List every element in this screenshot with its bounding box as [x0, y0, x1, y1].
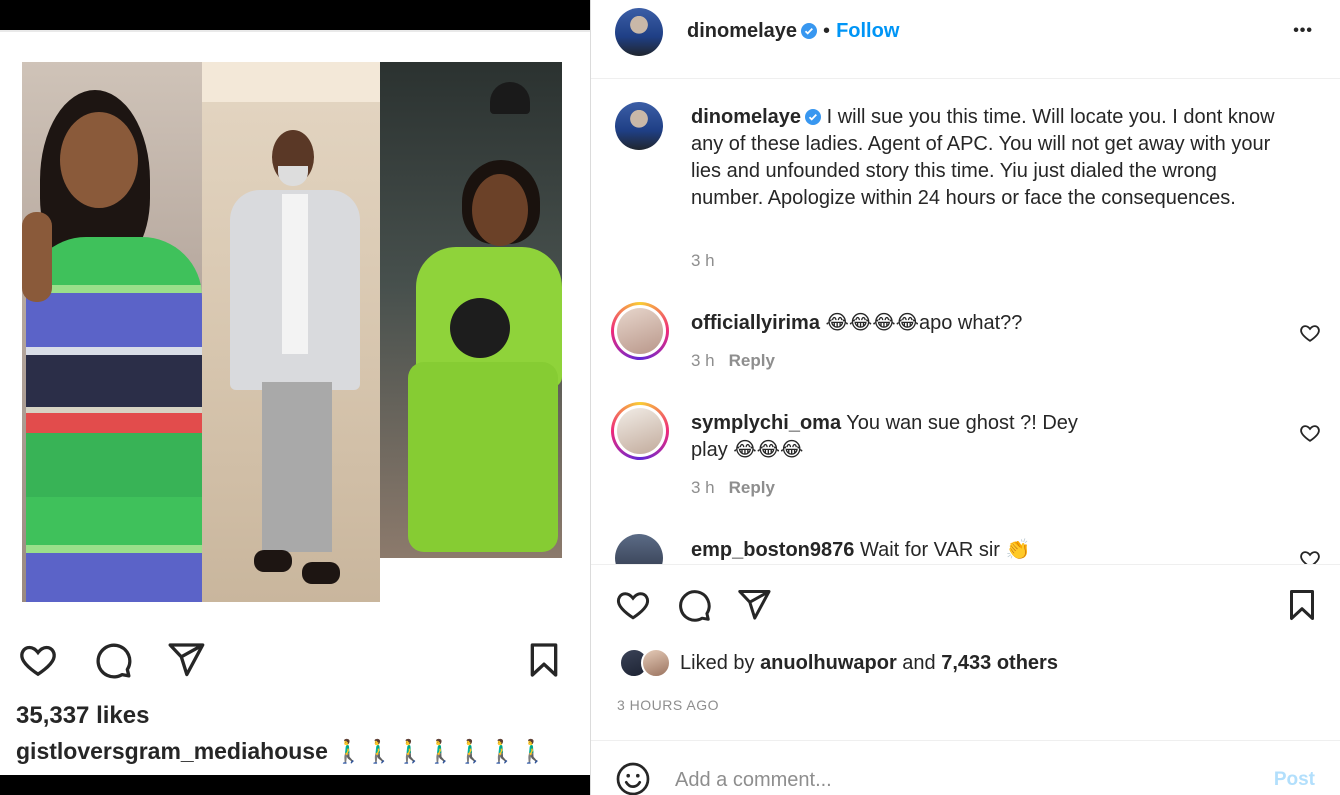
left-caption-username[interactable]: gistloversgram_mediahouse: [16, 738, 328, 764]
liked-by-user[interactable]: anuolhuwapor: [760, 652, 897, 674]
caption-avatar[interactable]: [615, 102, 663, 150]
header-user-row: dinomelaye • Follow: [687, 20, 899, 43]
heart-icon[interactable]: [18, 640, 58, 680]
comment-text: Wait for VAR sir 👏: [859, 539, 1031, 561]
comment-avatar: [617, 408, 663, 454]
comments-list[interactable]: dinomelaye I will sue you this time. Wil…: [591, 80, 1340, 564]
bookmark-icon[interactable]: [524, 640, 564, 680]
comment-meta: 3 h Reply: [691, 478, 775, 498]
post-detail-panel: dinomelaye • Follow ••• dinomelaye I will …: [590, 0, 1340, 795]
comment-username[interactable]: officiallyirima: [691, 312, 820, 334]
top-black-bar: [0, 0, 590, 30]
emoji-icon[interactable]: [615, 761, 651, 795]
action-icons: [615, 587, 1315, 623]
caption-text-block: dinomelaye I will sue you this time. Wil…: [691, 104, 1291, 212]
share-icon[interactable]: [166, 640, 206, 680]
left-caption-emoji: 🚶‍♂️🚶‍♂️🚶‍♂️🚶‍♂️🚶‍♂️🚶‍♂️🚶‍♂️: [334, 738, 549, 764]
post-timestamp[interactable]: 3 HOURS AGO: [617, 697, 719, 713]
comment-text-block: officiallyirima 😂😂😂😂apo what??: [691, 310, 1251, 337]
reply-button[interactable]: Reply: [729, 478, 775, 497]
comment-time: 3 h: [691, 478, 715, 497]
comment-icon[interactable]: [93, 640, 133, 680]
liked-by-others[interactable]: 7,433 others: [941, 652, 1058, 674]
collage-photo-right: [380, 62, 562, 558]
header-separator: •: [823, 20, 831, 42]
collage-photo-center: [202, 62, 380, 602]
comment-text-block: symplychi_oma You wan sue ghost ?! Dey p…: [691, 410, 1091, 464]
more-options-icon[interactable]: •••: [1293, 22, 1313, 40]
share-icon[interactable]: [736, 587, 772, 623]
post-button[interactable]: Post: [1274, 769, 1315, 791]
follow-button[interactable]: Follow: [836, 20, 899, 42]
caption-username[interactable]: dinomelaye: [691, 106, 801, 128]
left-likes-count[interactable]: 35,337 likes: [16, 702, 149, 730]
collage-photo-left: [22, 62, 202, 602]
comment-text: 😂😂😂😂apo what??: [825, 312, 1023, 334]
comment-username[interactable]: symplychi_oma: [691, 412, 841, 434]
bottom-black-bar: [0, 775, 590, 795]
comment-icon[interactable]: [676, 587, 712, 623]
left-post-screenshot: 35,337 likes gistloversgram_mediahouse 🚶…: [0, 0, 590, 795]
liked-by-text: Liked by anuolhuwapor and 7,433 others: [680, 652, 1058, 675]
sheet-edge: [0, 30, 590, 32]
verified-badge-icon: [805, 109, 822, 125]
story-ring[interactable]: [611, 402, 669, 460]
avatar[interactable]: [615, 8, 663, 56]
left-action-bar: [18, 640, 578, 684]
comment-avatar: [617, 308, 663, 354]
comment-input[interactable]: Add a comment...: [675, 769, 832, 792]
comment-text-block: emp_boston9876 Wait for VAR sir 👏: [691, 537, 1251, 564]
liked-by-prefix: Liked by: [680, 652, 761, 674]
header-username[interactable]: dinomelaye: [687, 20, 797, 42]
caption-time: 3 h: [691, 251, 715, 270]
liked-by-middle: and: [896, 652, 942, 674]
bookmark-icon[interactable]: [1284, 587, 1320, 623]
story-ring[interactable]: [611, 302, 669, 360]
comment-like-heart-icon[interactable]: [1299, 548, 1321, 564]
reply-button[interactable]: Reply: [729, 351, 775, 370]
comment-like-heart-icon[interactable]: [1299, 322, 1321, 344]
comment-avatar[interactable]: [615, 534, 663, 564]
post-image-collage: [22, 62, 562, 602]
add-comment-bar: Add a comment... Post: [591, 740, 1340, 795]
heart-icon[interactable]: [615, 587, 651, 623]
left-caption: gistloversgram_mediahouse 🚶‍♂️🚶‍♂️🚶‍♂️🚶‍…: [16, 738, 549, 765]
comment-meta: 3 h Reply: [691, 351, 775, 371]
verified-badge-icon: [801, 23, 818, 39]
comment-username[interactable]: emp_boston9876: [691, 539, 854, 561]
comment-time: 3 h: [691, 351, 715, 370]
post-header: dinomelaye • Follow •••: [591, 0, 1340, 79]
liker-avatar[interactable]: [641, 648, 671, 678]
comment-like-heart-icon[interactable]: [1299, 422, 1321, 444]
